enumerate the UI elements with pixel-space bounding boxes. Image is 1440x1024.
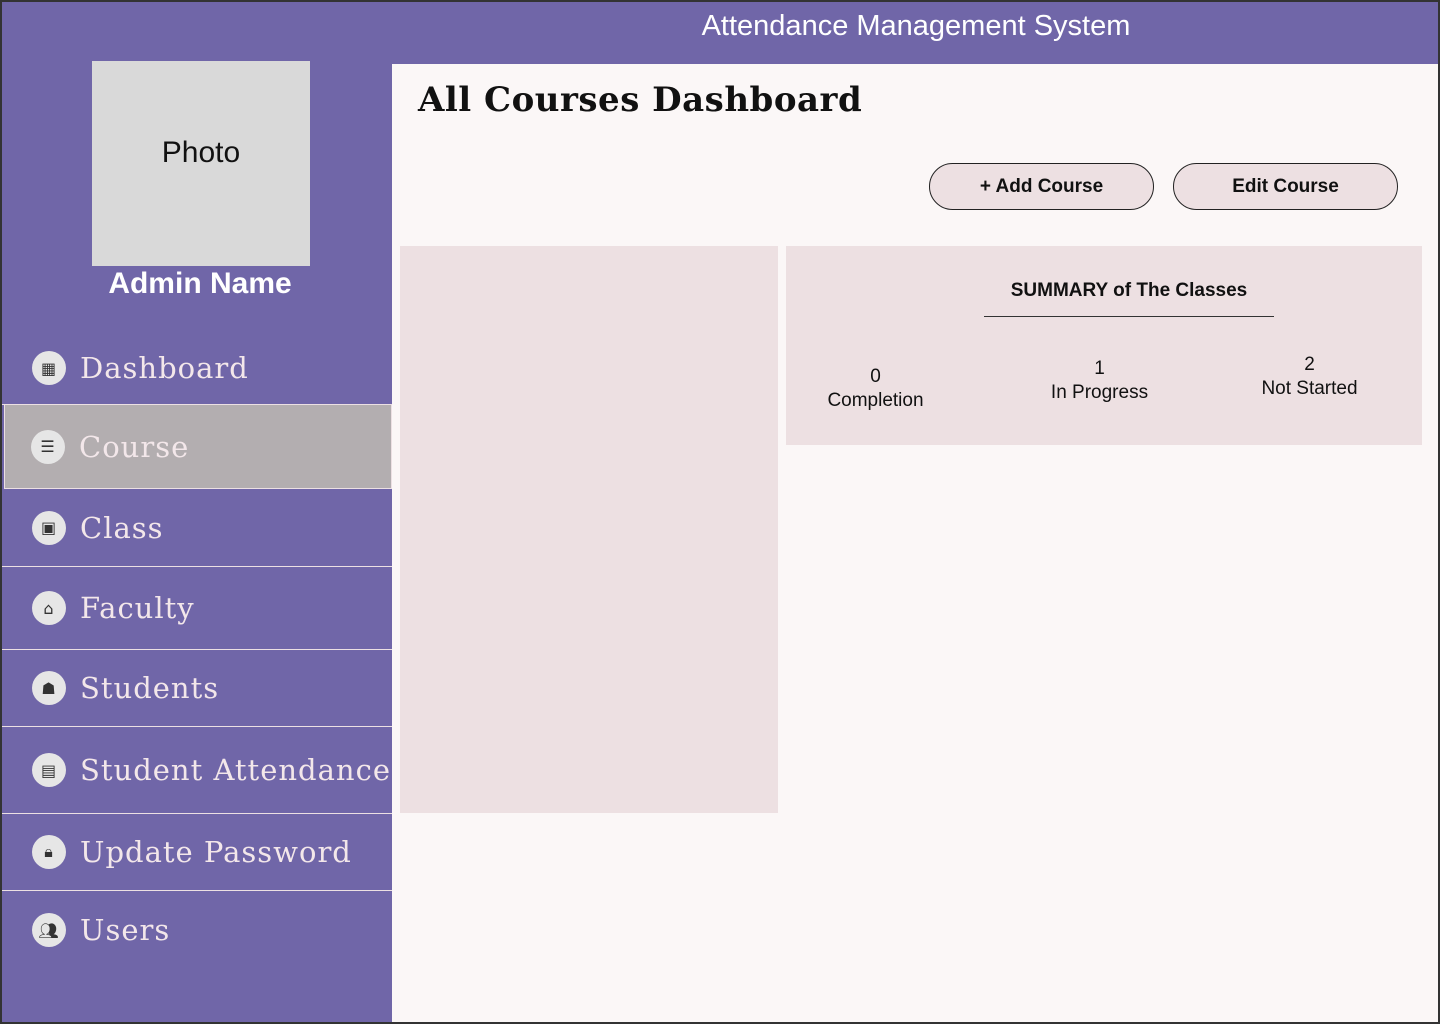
sidebar-item-class[interactable]: ▣ Class — [2, 489, 392, 567]
lock-icon: 🔒︎ — [32, 835, 66, 869]
sidebar-item-label: Class — [80, 510, 164, 545]
add-course-button[interactable]: + Add Course — [929, 163, 1154, 210]
summary-title: SUMMARY of The Classes — [984, 280, 1274, 317]
sidebar-item-label: Users — [80, 913, 171, 947]
sidebar-item-update-password[interactable]: 🔒︎ Update Password — [2, 814, 392, 891]
page-title: All Courses Dashboard — [418, 80, 863, 120]
course-list-panel — [400, 246, 778, 813]
sidebar: Photo Admin Name ▦ Dashboard ☰ Course ▣ … — [0, 0, 392, 1024]
students-icon: ☗ — [32, 671, 66, 705]
stat-value: 1 — [1094, 358, 1105, 379]
sidebar-item-label: Update Password — [80, 835, 352, 869]
sidebar-item-course[interactable]: ☰ Course — [4, 404, 392, 489]
stat-label: In Progress — [1050, 382, 1149, 403]
class-icon: ▣ — [32, 510, 66, 545]
users-icon: 👥︎ — [32, 913, 66, 947]
stat-label: Not Started — [1261, 378, 1358, 399]
stat-completion: 0 Completion — [808, 365, 943, 413]
sidebar-item-student-attendance[interactable]: ▤ Student Attendance — [2, 727, 392, 814]
main-content: All Courses Dashboard + Add Course Edit … — [392, 64, 1438, 1022]
edit-course-button[interactable]: Edit Course — [1173, 163, 1398, 210]
stat-label: Completion — [827, 390, 924, 411]
admin-name: Admin Name — [108, 267, 292, 300]
faculty-icon: ⌂ — [32, 591, 66, 625]
summary-panel: SUMMARY of The Classes 0 Completion 1 In… — [786, 246, 1422, 445]
sidebar-item-label: Faculty — [80, 591, 195, 625]
sidebar-item-users[interactable]: 👥︎ Users — [2, 891, 392, 969]
admin-photo[interactable]: Photo — [92, 61, 310, 266]
stat-value: 2 — [1304, 354, 1315, 375]
stat-value: 0 — [870, 366, 881, 387]
attendance-icon: ▤ — [32, 753, 66, 787]
sidebar-item-students[interactable]: ☗ Students — [2, 650, 392, 727]
course-list-icon: ☰ — [31, 429, 65, 464]
sidebar-item-label: Student Attendance — [80, 753, 391, 787]
sidebar-item-label: Students — [80, 671, 220, 705]
sidebar-item-label: Course — [79, 429, 190, 464]
sidebar-item-dashboard[interactable]: ▦ Dashboard — [2, 332, 392, 405]
sidebar-item-label: Dashboard — [80, 351, 249, 385]
stat-in-progress: 1 In Progress — [1032, 357, 1167, 405]
stat-not-started: 2 Not Started — [1242, 353, 1377, 401]
sidebar-item-faculty[interactable]: ⌂ Faculty — [2, 567, 392, 650]
dashboard-icon: ▦ — [32, 351, 66, 385]
photo-label: Photo — [161, 135, 241, 169]
app-header-title: Attendance Management System — [392, 0, 1440, 64]
